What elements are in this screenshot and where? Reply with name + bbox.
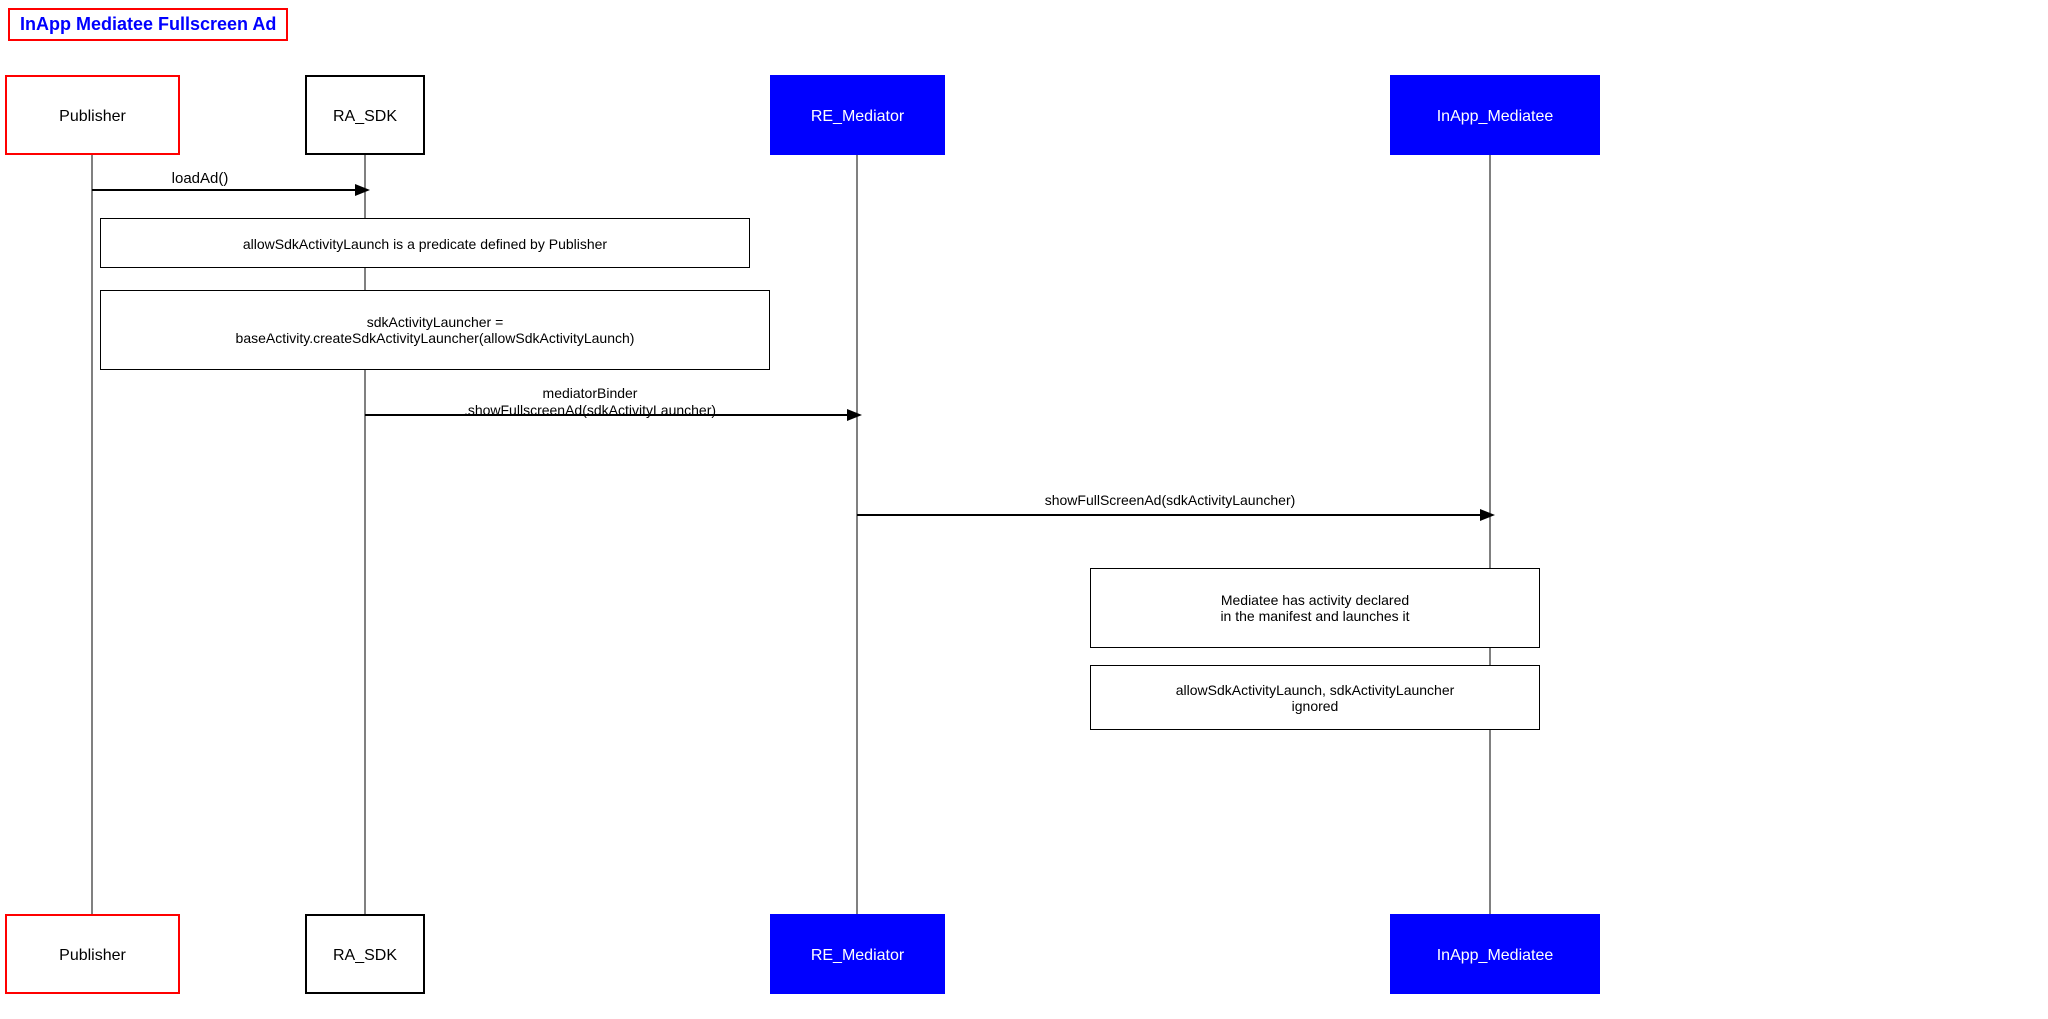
participant-ra-sdk-top: RA_SDK [305, 75, 425, 155]
note-sdk-activity-launcher: sdkActivityLauncher = baseActivity.creat… [100, 290, 770, 370]
svg-text:.showFullscreenAd(sdkActivityL: .showFullscreenAd(sdkActivityLauncher) [464, 402, 716, 418]
diagram-container: InApp Mediatee Fullscreen Ad loadAd() me… [0, 0, 2048, 1019]
participant-publisher-top: Publisher [5, 75, 180, 155]
diagram-title: InApp Mediatee Fullscreen Ad [8, 8, 288, 41]
note-ignored: allowSdkActivityLaunch, sdkActivityLaunc… [1090, 665, 1540, 730]
participant-inapp-mediatee-top: InApp_Mediatee [1390, 75, 1600, 155]
participant-re-mediator-top: RE_Mediator [770, 75, 945, 155]
participant-inapp-mediatee-bottom: InApp_Mediatee [1390, 914, 1600, 994]
note-mediatee-activity: Mediatee has activity declared in the ma… [1090, 568, 1540, 648]
participant-re-mediator-bottom: RE_Mediator [770, 914, 945, 994]
svg-text:showFullScreenAd(sdkActivityLa: showFullScreenAd(sdkActivityLauncher) [1045, 492, 1296, 508]
note-allow-sdk-predicate: allowSdkActivityLaunch is a predicate de… [100, 218, 750, 268]
participant-ra-sdk-bottom: RA_SDK [305, 914, 425, 994]
svg-text:mediatorBinder: mediatorBinder [543, 385, 638, 401]
svg-text:loadAd(): loadAd() [172, 170, 229, 187]
participant-publisher-bottom: Publisher [5, 914, 180, 994]
